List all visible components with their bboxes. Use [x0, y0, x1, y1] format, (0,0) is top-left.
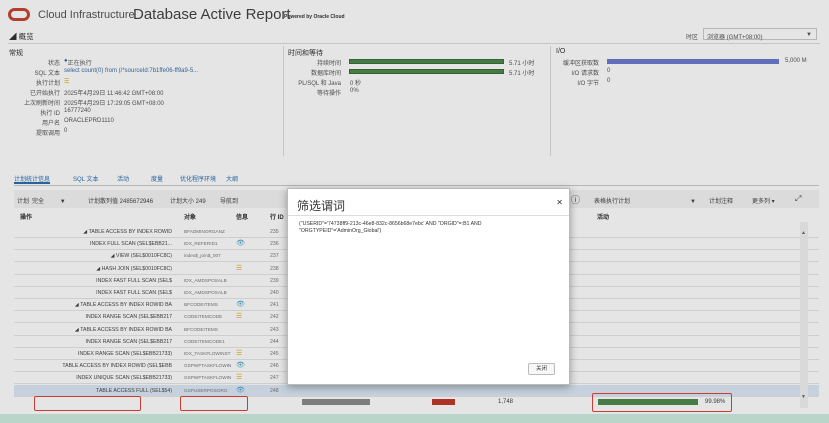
- close-icon[interactable]: ✕: [556, 198, 563, 207]
- close-button[interactable]: 关闭: [528, 363, 555, 375]
- dialog-title: 筛选谓词: [297, 199, 346, 213]
- dialog-body: ("USERID"='74738ff9-213c-46e8-832c-8656b…: [299, 221, 482, 234]
- divider: [288, 215, 569, 216]
- filter-predicate-dialog: 筛选谓词 ✕ ("USERID"='74738ff9-213c-46e8-832…: [287, 188, 570, 385]
